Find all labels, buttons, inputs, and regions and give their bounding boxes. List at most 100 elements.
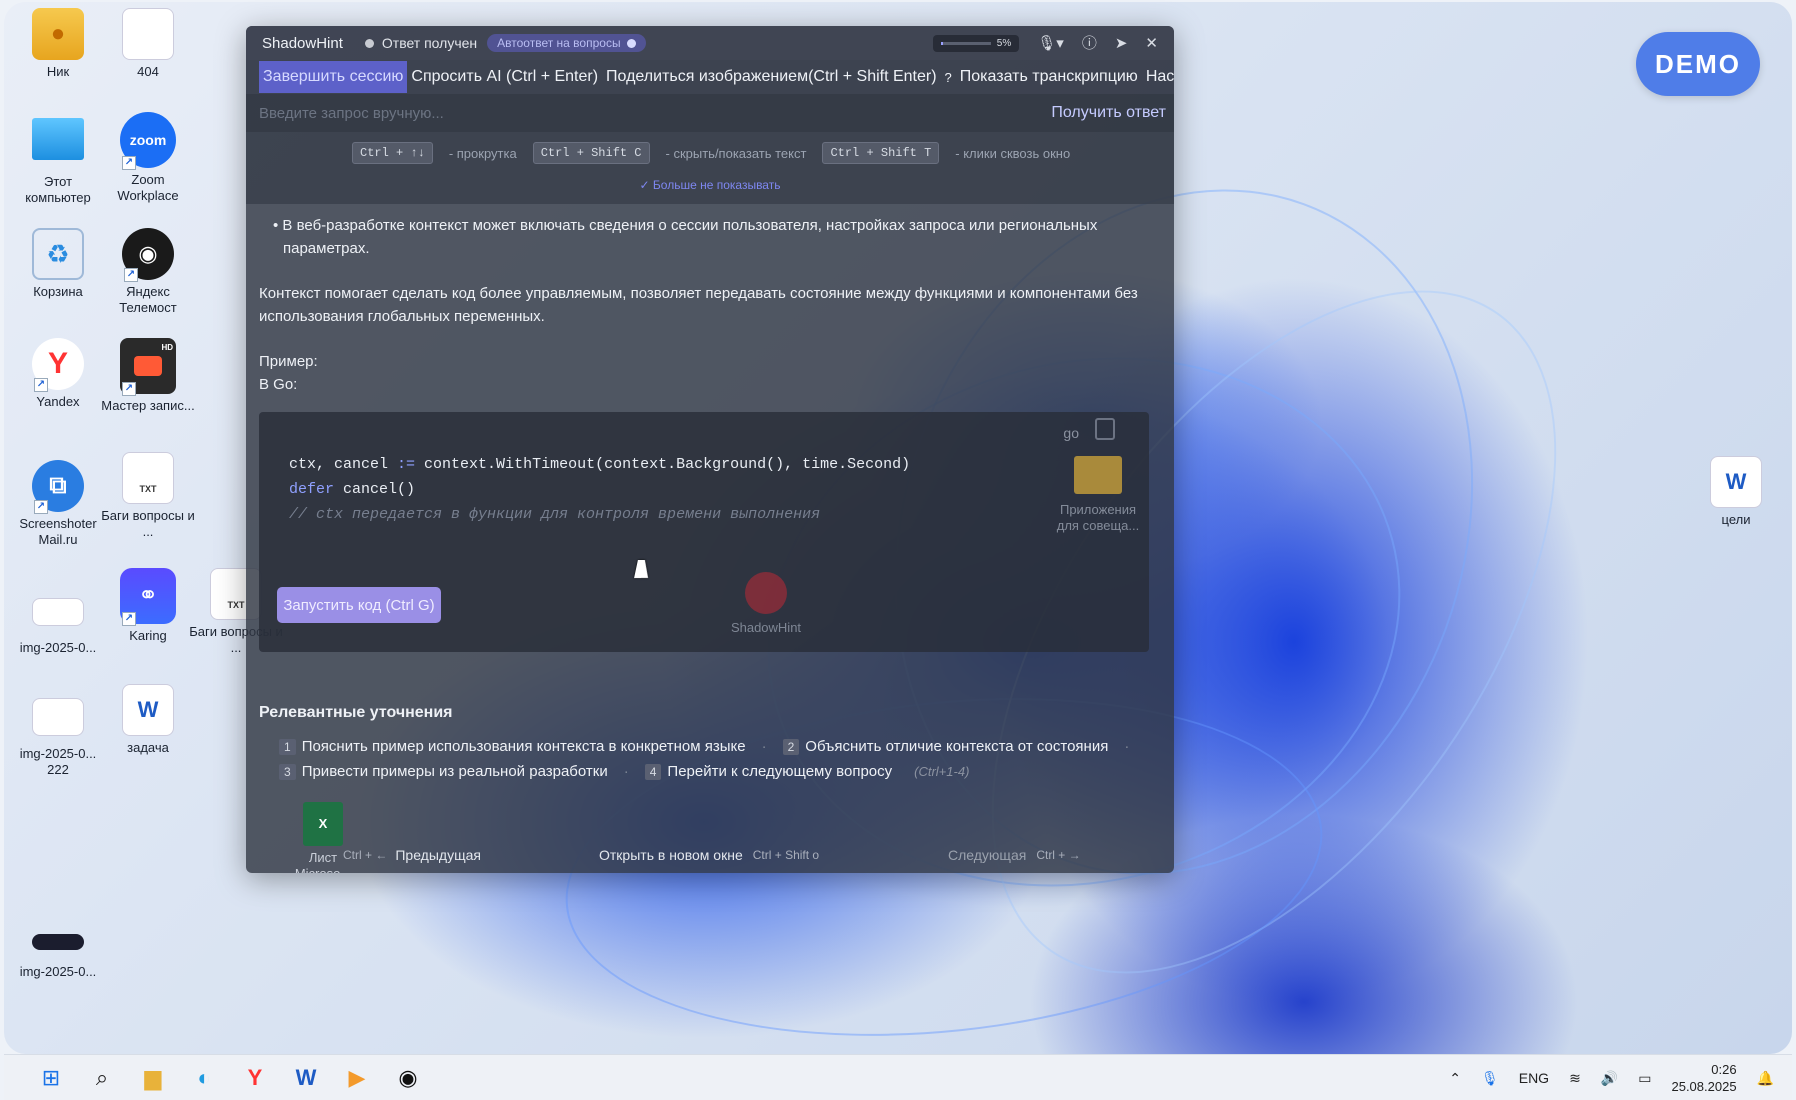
windows-start-icon[interactable]: ⊞ — [34, 1061, 68, 1095]
chevron-up-icon[interactable]: ⌃ — [1449, 1070, 1461, 1087]
telemost-icon: ◉ ↗ — [122, 228, 174, 282]
code-language: go — [1063, 425, 1079, 441]
language-indicator[interactable]: ENG — [1519, 1070, 1549, 1086]
settings-button[interactable]: Настройки — [1142, 68, 1174, 86]
relevant-item-4[interactable]: 4 Перейти к следующему вопросу — [644, 763, 892, 780]
microphone-icon[interactable]: 🎙 — [1481, 1070, 1499, 1087]
desktop-icon-zoom[interactable]: zoom ↗ Zoom Workplace — [100, 112, 196, 204]
desktop-icon-recycle-bin[interactable]: ♻ Корзина — [10, 228, 106, 300]
desktop-icon-bugs-txt[interactable]: TXT Баги вопросы и ... — [100, 452, 196, 540]
toggle-dot-icon — [626, 38, 636, 48]
desktop-icon-apps-folder[interactable]: Приложения для совеща... — [1050, 456, 1146, 534]
desktop-icon-telemost[interactable]: ◉ ↗ Яндекс Телемост — [100, 228, 196, 316]
previous-button[interactable]: Ctrl + ← Предыдущая — [343, 847, 481, 863]
copy-icon[interactable] — [1095, 418, 1115, 440]
example-label: Пример: — [259, 353, 318, 370]
relevant-item-1[interactable]: 1 Пояснить пример использования контекста… — [279, 738, 746, 755]
query-input[interactable] — [259, 104, 1052, 122]
link-icon: ⚭ ↗ — [120, 568, 176, 626]
run-code-button[interactable]: Запустить код (Ctrl G) — [277, 587, 441, 623]
desktop-icon-karing[interactable]: ⚭ ↗ Karing — [100, 568, 196, 644]
telemost-icon[interactable]: ◉ — [391, 1061, 425, 1095]
yandex-browser-icon: Y ↗ — [32, 338, 84, 392]
ask-ai-button[interactable]: Спросить AI (Ctrl + Enter) — [407, 68, 602, 86]
shortcut-arrow-icon: ↗ — [34, 378, 48, 392]
search-icon[interactable]: ⌕ — [85, 1061, 119, 1095]
microphone-icon[interactable]: 🎙▾ — [1037, 36, 1064, 51]
get-answer-button[interactable]: Получить ответ — [1051, 104, 1166, 122]
desktop-icon-screenshoter[interactable]: ⧉ ↗ Screenshoter Mail.ru — [10, 460, 106, 548]
desktop-icon-img-3[interactable]: img-2025-0... — [10, 934, 106, 980]
clock[interactable]: 0:26 25.08.2025 — [1671, 1061, 1736, 1095]
file-explorer-icon[interactable]: ▆ — [136, 1061, 170, 1095]
shortcut-arrow-icon: ↗ — [122, 382, 136, 396]
desktop-icon-zadacha[interactable]: W задача — [100, 684, 196, 756]
folder-icon — [1074, 456, 1122, 494]
desktop-icon-img-222[interactable]: img-2025-0... 222 — [10, 692, 106, 778]
image-file-icon — [32, 934, 84, 950]
word-icon[interactable]: W — [289, 1061, 323, 1095]
desktop-icon-goals[interactable]: W цели — [1688, 456, 1784, 528]
shadowhint-logo-icon — [745, 572, 787, 614]
help-circle-icon: ? — [944, 69, 952, 85]
edge-browser-icon[interactable]: ◐ — [187, 1061, 221, 1095]
desktop-icon-recorder[interactable]: HD ↗ Мастер запис... — [100, 338, 196, 414]
volume-icon[interactable]: 🔊 — [1601, 1070, 1618, 1087]
document-file-icon — [122, 8, 174, 60]
word-document-icon: W — [1710, 456, 1762, 508]
image-file-icon — [32, 598, 84, 626]
dont-show-again-link[interactable]: ✓ Больше не показывать — [246, 178, 1174, 192]
desktop-icon-404[interactable]: 404 — [100, 8, 196, 80]
next-button[interactable]: Следующая Ctrl + → — [948, 847, 1081, 863]
desktop-icon-nik[interactable]: ● Ник — [10, 8, 106, 80]
desktop-icon-yandex[interactable]: Y ↗ Yandex — [10, 338, 106, 410]
word-document-icon: W — [122, 684, 174, 736]
auto-answer-toggle[interactable]: Автоответ на вопросы — [487, 34, 646, 52]
desktop-icon-shadowhint[interactable]: ShadowHint — [716, 572, 816, 636]
relevant-title: Релевантные уточнения — [259, 704, 453, 721]
desktop-icon-this-pc[interactable]: Этот компьютер — [10, 118, 106, 206]
media-player-icon[interactable]: ▶ — [340, 1061, 374, 1095]
taskbar: ⊞ ⌕ ▆ ◐ Y W ▶ ◉ ⌃ 🎙 ENG ≋ 🔊 ▭ 0:26 25.08… — [4, 1054, 1792, 1100]
title-bar[interactable]: ShadowHint Ответ получен Автоответ на во… — [246, 26, 1174, 60]
hint-text-scroll: - прокрутка — [448, 145, 517, 161]
hint-key-clickthrough: Ctrl + Shift T — [822, 142, 940, 164]
query-input-row: Получить ответ — [246, 94, 1174, 132]
demo-badge: DEMO — [1636, 32, 1760, 96]
relevant-item-2[interactable]: 2 Объяснить отличие контекста от состояни… — [782, 738, 1108, 755]
battery-icon[interactable]: ▭ — [1638, 1070, 1651, 1087]
wifi-icon[interactable]: ≋ — [1569, 1070, 1581, 1087]
show-transcript-button[interactable]: Показать транскрипцию — [956, 68, 1142, 86]
text-file-icon: TXT — [122, 452, 174, 504]
status-text: Ответ получен — [381, 35, 478, 51]
shortcut-arrow-icon: ↗ — [34, 500, 48, 514]
share-image-button[interactable]: Поделиться изображением(Ctrl + Shift Ent… — [602, 68, 941, 86]
code-text: ctx, cancel := context.WithTimeout(conte… — [289, 456, 911, 523]
zoom-icon: zoom ↗ — [120, 112, 176, 170]
video-recorder-icon: HD ↗ — [120, 338, 176, 396]
hint-key-hide: Ctrl + Shift C — [532, 142, 650, 164]
shortcut-arrow-icon: ↗ — [122, 156, 136, 170]
yandex-browser-icon[interactable]: Y — [238, 1061, 272, 1095]
notifications-icon[interactable]: 🔔 — [1757, 1070, 1774, 1087]
telegram-icon[interactable]: ➤ — [1115, 36, 1128, 51]
answer-paragraph: Контекст помогает сделать код более упра… — [259, 285, 1138, 325]
answer-content: • В веб-разработке контекст может включа… — [246, 204, 1174, 652]
in-go-label: В Go: — [259, 376, 298, 393]
open-new-window-button[interactable]: Открыть в новом окне Ctrl + Shift o — [599, 847, 819, 863]
close-icon[interactable]: ✕ — [1145, 36, 1158, 51]
help-icon[interactable]: ⓘ — [1082, 36, 1097, 51]
screenshoter-icon: ⧉ ↗ — [32, 460, 84, 514]
end-session-button[interactable]: Завершить сессию — [259, 61, 408, 93]
shortcut-hints: Ctrl + ↑↓ - прокрутка Ctrl + Shift C - с… — [246, 132, 1174, 204]
hint-key-scroll: Ctrl + ↑↓ — [352, 142, 433, 164]
shortcut-arrow-icon: ↗ — [122, 612, 136, 626]
user-folder-icon: ● — [32, 8, 84, 60]
hint-text-clickthrough: - клики сквозь окно — [955, 145, 1071, 161]
relevant-item-3[interactable]: 3 Привести примеры из реальной разработки — [279, 763, 608, 780]
recycle-bin-icon: ♻ — [32, 228, 84, 280]
hint-text-hide: - скрыть/показать текст — [665, 145, 807, 161]
desktop-icon-img-1[interactable]: img-2025-0... — [10, 588, 106, 656]
monitor-icon — [32, 118, 84, 160]
window-footer: Ctrl + ← Предыдущая Открыть в новом окне C… — [246, 837, 1174, 873]
